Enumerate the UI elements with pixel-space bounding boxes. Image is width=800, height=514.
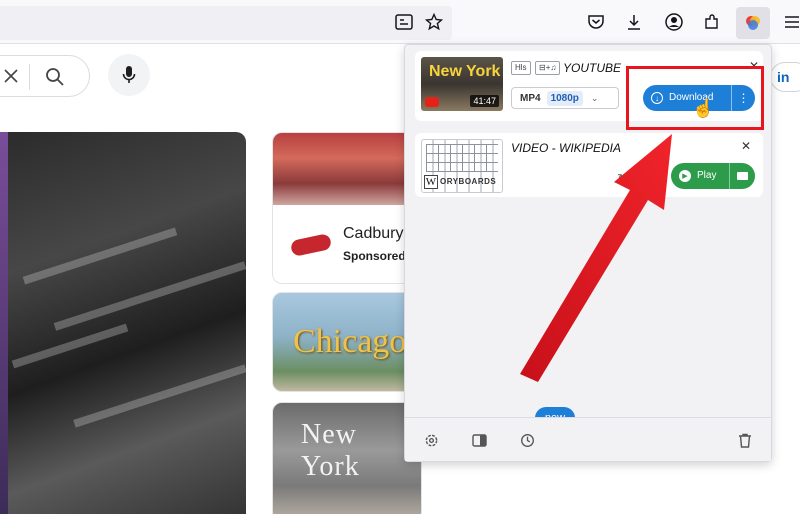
new-york-card-title: New York: [301, 419, 360, 482]
browser-toolbar: [0, 0, 800, 44]
thumbnail-caption: New York: [429, 63, 501, 80]
settings-gear-icon[interactable]: [423, 432, 439, 448]
reader-view-icon[interactable]: [394, 12, 414, 32]
pocket-icon[interactable]: [586, 12, 606, 32]
hls-badge: Hls: [511, 61, 531, 75]
voice-search-button[interactable]: [108, 54, 150, 96]
open-folder-button[interactable]: [729, 163, 755, 189]
sponsored-card-title: Cadbury: [343, 225, 404, 242]
video-duration: 41:47: [470, 95, 499, 107]
account-icon[interactable]: [664, 12, 684, 32]
thumbnail-caption: ORYBOARDS: [440, 177, 497, 186]
chicago-card-title: Chicago: [293, 323, 407, 360]
extensions-icon[interactable]: [702, 12, 722, 32]
sponsored-card-image: [273, 133, 421, 205]
play-button-label: Play: [697, 170, 717, 181]
history-clock-icon[interactable]: [519, 432, 535, 448]
audio-video-badge: ⊟+♫: [535, 61, 561, 75]
search-icon[interactable]: [45, 67, 65, 87]
video-downloader-extension-button[interactable]: [736, 7, 770, 39]
video-thumbnail: W ORYBOARDS: [421, 139, 503, 193]
url-bar[interactable]: [0, 6, 452, 40]
wikipedia-icon: W: [424, 175, 438, 189]
quality-label: 1080p: [546, 90, 583, 106]
sponsored-card[interactable]: Cadbury Sponsored: [272, 132, 422, 284]
video-thumbnail-large[interactable]: [0, 132, 246, 514]
annotation-arrow: [520, 134, 672, 382]
close-icon[interactable]: ✕: [741, 139, 751, 153]
clear-icon[interactable]: [3, 68, 19, 84]
sponsored-label: Sponsored: [343, 249, 406, 263]
chicago-card[interactable]: Chicago: [272, 292, 422, 392]
microphone-icon: [122, 66, 136, 83]
format-quality-select[interactable]: MP4 1080p ⌄: [511, 87, 619, 109]
linkedin-button[interactable]: in: [770, 62, 800, 92]
popup-footer: [405, 417, 771, 461]
format-label: MP4: [520, 92, 541, 104]
bookmark-star-icon[interactable]: [424, 12, 444, 32]
sidebar-icon[interactable]: [471, 432, 487, 448]
brand-logo: [289, 233, 333, 257]
chevron-down-icon: ⌄: [590, 92, 599, 103]
menu-icon[interactable]: [782, 12, 800, 32]
trash-icon[interactable]: [737, 432, 753, 448]
search-box[interactable]: [0, 55, 90, 97]
new-york-card[interactable]: New York: [272, 402, 422, 514]
downloads-icon[interactable]: [624, 12, 644, 32]
youtube-icon: [425, 97, 439, 107]
hand-cursor-icon: ☝: [692, 98, 715, 118]
video-source-title: YOUTUBE: [563, 61, 622, 75]
video-thumbnail: New York 41:47: [421, 57, 503, 111]
video-downloader-extension-icon: [746, 16, 760, 30]
folder-icon: [737, 172, 748, 180]
